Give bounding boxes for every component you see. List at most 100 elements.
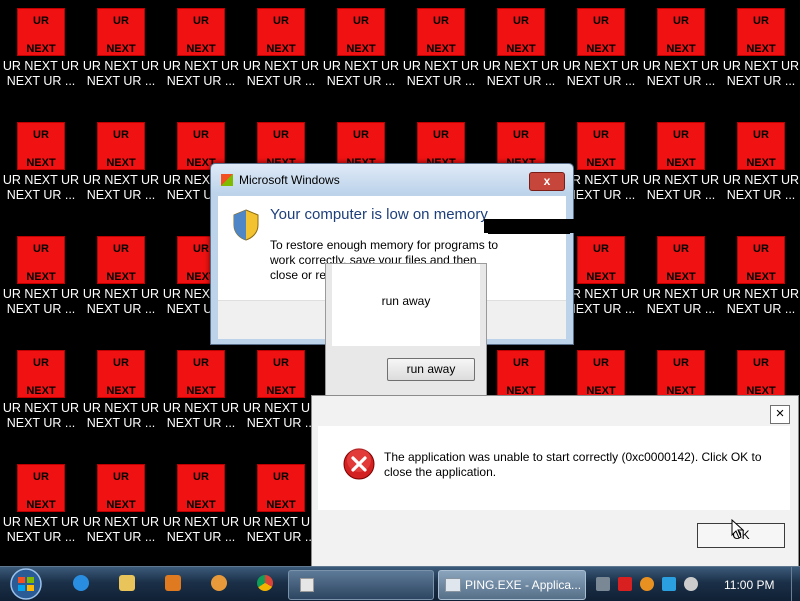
icon-text-bottom: NEXT bbox=[266, 499, 296, 511]
tray-volume-icon[interactable] bbox=[684, 577, 698, 591]
icon-text-top: UR bbox=[113, 243, 129, 255]
shortcut-icon: URNEXT bbox=[97, 236, 145, 284]
shortcut-icon: URNEXT bbox=[657, 8, 705, 56]
desktop-shortcut[interactable]: UR NEXT UR NEXT UR NEXT UR ... bbox=[240, 463, 319, 544]
shortcut-icon: URNEXT bbox=[177, 350, 225, 398]
icon-text-top: UR bbox=[33, 471, 49, 483]
desktop-shortcut[interactable]: UR NEXT UR NEXT UR NEXT UR ... bbox=[720, 235, 799, 316]
desktop-shortcut[interactable]: UR NEXT UR NEXT UR NEXT UR ... bbox=[720, 7, 800, 88]
icon-text-bottom: NEXT bbox=[186, 385, 216, 397]
desktop-shortcut[interactable]: UR NEXT UR NEXT UR NEXT UR ... bbox=[320, 7, 399, 88]
desktop-shortcut[interactable]: UR NEXT UR NEXT UR NEXT UR ... bbox=[0, 463, 79, 544]
desktop-shortcut[interactable]: UR NEXT UR NEXT UR NEXT UR ... bbox=[480, 7, 559, 88]
tray-app-icon[interactable] bbox=[596, 577, 610, 591]
desktop-shortcut[interactable]: UR NEXT UR NEXT UR NEXT UR ... bbox=[0, 121, 79, 202]
icon-text-bottom: NEXT bbox=[186, 499, 216, 511]
icon-text-top: UR bbox=[33, 243, 49, 255]
desktop-shortcut[interactable]: UR NEXT UR NEXT UR NEXT UR ... bbox=[160, 463, 239, 544]
shortcut-label: UR NEXT UR NEXT UR ... bbox=[722, 59, 800, 88]
desktop-shortcut[interactable]: UR NEXT UR NEXT UR NEXT UR ... bbox=[640, 235, 719, 316]
shortcut-label: UR NEXT UR NEXT UR ... bbox=[2, 59, 80, 88]
taskbar: PING.EXE - Applica... 11:00 PM bbox=[0, 566, 800, 601]
icon-text-top: UR bbox=[433, 15, 449, 27]
windows-logo-icon bbox=[221, 174, 233, 186]
explorer-folder-icon[interactable] bbox=[108, 570, 146, 598]
desktop-shortcut[interactable]: UR NEXT UR NEXT UR NEXT UR ... bbox=[640, 121, 719, 202]
desktop-shortcut[interactable]: UR NEXT UR NEXT UR NEXT UR ... bbox=[560, 7, 639, 88]
close-button[interactable]: x bbox=[529, 172, 565, 191]
heading: Your computer is low on memory bbox=[270, 206, 488, 223]
dialog-content: The application was unable to start corr… bbox=[318, 426, 790, 510]
desktop-shortcut[interactable]: UR NEXT UR NEXT UR NEXT UR ... bbox=[160, 349, 239, 430]
internet-explorer-icon[interactable] bbox=[62, 570, 100, 598]
tray-v-icon[interactable] bbox=[618, 577, 632, 591]
start-button[interactable] bbox=[6, 568, 46, 600]
shortcut-label: UR NEXT UR NEXT UR ... bbox=[162, 515, 240, 544]
icon-text-top: UR bbox=[753, 357, 769, 369]
desktop-shortcut[interactable]: UR NEXT UR NEXT UR NEXT UR ... bbox=[80, 349, 159, 430]
run-away-button[interactable]: run away bbox=[387, 358, 475, 381]
shortcut-label: UR NEXT UR NEXT UR ... bbox=[82, 59, 160, 88]
icon-text-top: UR bbox=[33, 15, 49, 27]
icon-text-bottom: NEXT bbox=[26, 43, 56, 55]
shortcut-label: UR NEXT UR NEXT UR ... bbox=[82, 287, 160, 316]
icon-text-bottom: NEXT bbox=[26, 499, 56, 511]
show-desktop-button[interactable] bbox=[791, 567, 800, 601]
icon-text-bottom: NEXT bbox=[586, 43, 616, 55]
chrome-icon[interactable] bbox=[246, 570, 284, 598]
error-message: The application was unable to start corr… bbox=[384, 450, 762, 479]
icon-text-bottom: NEXT bbox=[426, 43, 456, 55]
icon-text-top: UR bbox=[753, 243, 769, 255]
shortcut-icon: URNEXT bbox=[577, 122, 625, 170]
icon-text-bottom: NEXT bbox=[266, 385, 296, 397]
icon-text-top: UR bbox=[113, 15, 129, 27]
icon-text-top: UR bbox=[193, 15, 209, 27]
desktop-shortcut[interactable]: UR NEXT UR NEXT UR NEXT UR ... bbox=[80, 463, 159, 544]
desktop-shortcut[interactable]: UR NEXT UR NEXT UR NEXT UR ... bbox=[240, 7, 319, 88]
shortcut-icon: URNEXT bbox=[737, 350, 785, 398]
desktop-shortcut[interactable]: UR NEXT UR NEXT UR NEXT UR ... bbox=[0, 7, 79, 88]
taskbar-window-button[interactable] bbox=[288, 570, 434, 600]
tray-search-icon[interactable] bbox=[640, 577, 654, 591]
icon-text-top: UR bbox=[273, 15, 289, 27]
shortcut-icon: UR NEXT bbox=[657, 122, 705, 170]
desktop-shortcut[interactable]: UR NEXT UR NEXT UR NEXT UR ... bbox=[240, 349, 319, 430]
icon-text-bottom: NEXT bbox=[106, 43, 136, 55]
taskbar-ping-button[interactable]: PING.EXE - Applica... bbox=[438, 570, 586, 600]
desktop-shortcut[interactable]: UR NEXT UR NEXT UR NEXT UR ... bbox=[720, 121, 799, 202]
icon-text-top: UR bbox=[673, 129, 689, 141]
shortcut-icon: URNEXT bbox=[97, 122, 145, 170]
window-icon bbox=[445, 578, 461, 592]
icon-text-top: UR bbox=[353, 129, 369, 141]
shortcut-icon: URNEXT bbox=[497, 350, 545, 398]
icon-text-bottom: NEXT bbox=[666, 157, 696, 169]
clock[interactable]: 11:00 PM bbox=[724, 578, 774, 592]
shortcut-label: UR NEXT UR NEXT UR ... bbox=[82, 173, 160, 202]
icon-text-bottom: NEXT bbox=[586, 271, 616, 283]
desktop-shortcut[interactable]: UR NEXT UR NEXT UR NEXT UR ... bbox=[80, 235, 159, 316]
window-title: Microsoft Windows bbox=[239, 173, 340, 187]
shortcut-icon: URNEXT bbox=[737, 122, 785, 170]
desktop-shortcut[interactable]: UR NEXT UR NEXT UR NEXT UR ... bbox=[400, 7, 479, 88]
shortcut-label: UR NEXT UR NEXT UR ... bbox=[82, 401, 160, 430]
desktop-shortcut[interactable]: UR NEXT UR NEXT UR NEXT UR ... bbox=[160, 7, 239, 88]
desktop-shortcut[interactable]: UR NEXT UR NEXT UR NEXT UR ... bbox=[0, 235, 79, 316]
icon-text-bottom: NEXT bbox=[106, 385, 136, 397]
desktop-shortcut[interactable]: UR NEXT UR NEXT UR NEXT UR ... bbox=[80, 7, 159, 88]
desktop-shortcut[interactable]: UR NEXT UR NEXT UR NEXT UR ... bbox=[80, 121, 159, 202]
shortcut-label: UR NEXT UR NEXT UR ... bbox=[482, 59, 560, 88]
desktop-shortcut[interactable]: UR NEXT UR NEXT UR NEXT UR ... bbox=[640, 7, 719, 88]
shortcut-label: UR NEXT UR NEXT UR ... bbox=[242, 59, 320, 88]
paint-icon[interactable] bbox=[200, 570, 238, 598]
media-player-icon[interactable] bbox=[154, 570, 192, 598]
desktop-shortcut[interactable]: UR NEXT UR NEXT UR NEXT UR ... bbox=[0, 349, 79, 430]
tray-network-icon[interactable] bbox=[662, 577, 676, 591]
shortcut-icon: URNEXT bbox=[497, 8, 545, 56]
close-button[interactable]: × bbox=[770, 405, 790, 424]
error-icon bbox=[343, 448, 375, 480]
icon-text-bottom: NEXT bbox=[26, 157, 56, 169]
shortcut-icon: URNEXT bbox=[737, 236, 785, 284]
shortcut-icon: URNEXT bbox=[577, 236, 625, 284]
shortcut-icon: URNEXT bbox=[97, 464, 145, 512]
shortcut-label: UR NEXT UR NEXT UR ... bbox=[82, 515, 160, 544]
